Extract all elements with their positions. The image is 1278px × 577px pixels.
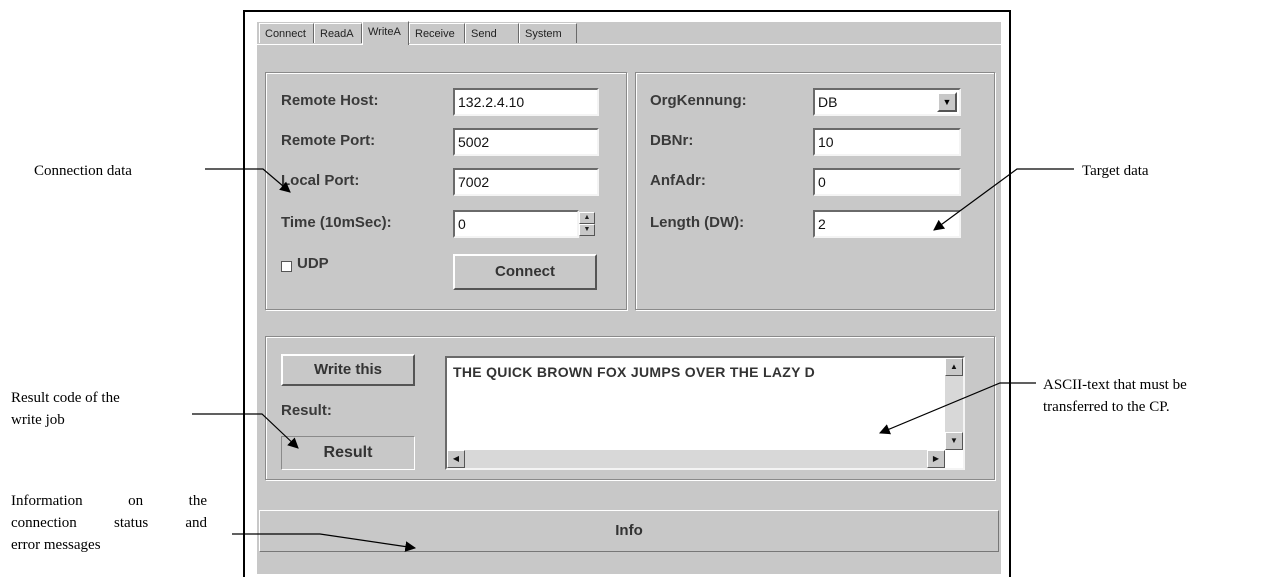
arrow-connection-data bbox=[205, 168, 291, 193]
annotation-arrows bbox=[192, 168, 1074, 552]
arrow-result-code bbox=[192, 413, 299, 449]
arrow-target-data bbox=[933, 168, 1074, 231]
arrow-info bbox=[232, 533, 417, 552]
arrow-ascii-text bbox=[879, 382, 1036, 435]
